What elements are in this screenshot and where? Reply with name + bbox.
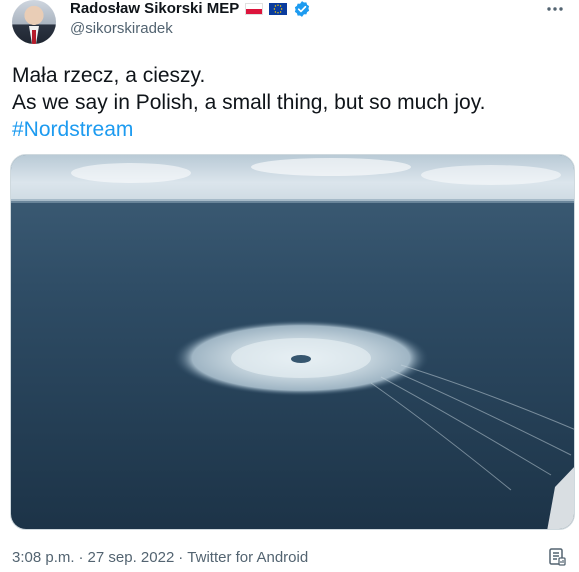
tweet-line-1: Mała rzecz, a cieszy. bbox=[12, 64, 206, 87]
author-handle[interactable]: @sikorskiradek bbox=[70, 20, 173, 38]
tweet-text: Mała rzecz, a cieszy. As we say in Polis… bbox=[12, 62, 572, 143]
tweet-photo[interactable] bbox=[10, 154, 575, 530]
tweet-date[interactable]: 27 sep. 2022 bbox=[88, 549, 175, 567]
display-name[interactable]: Radosław Sikorski MEP bbox=[70, 0, 239, 18]
tweet-time[interactable]: 3:08 p.m. bbox=[12, 549, 75, 567]
avatar[interactable] bbox=[12, 0, 56, 44]
avatar-tie bbox=[32, 30, 36, 44]
tweet-source[interactable]: Twitter for Android bbox=[187, 549, 308, 567]
analytics-icon[interactable] bbox=[547, 547, 567, 567]
eu-flag-icon bbox=[269, 3, 288, 15]
verified-badge-icon bbox=[293, 0, 311, 18]
poland-flag-icon bbox=[245, 3, 264, 15]
hashtag-link[interactable]: #Nordstream bbox=[12, 116, 572, 143]
tweet-meta: 3:08 p.m. · 27 sep. 2022 · Twitter for A… bbox=[12, 549, 308, 567]
more-options-icon[interactable] bbox=[545, 0, 565, 18]
meta-separator: · bbox=[78, 549, 84, 566]
tweet-line-2: As we say in Polish, a small thing, but … bbox=[12, 91, 486, 114]
author-name-row: Radosław Sikorski MEP bbox=[70, 0, 311, 18]
meta-separator: · bbox=[178, 549, 184, 566]
photo-sea-gas-leak bbox=[11, 155, 574, 529]
